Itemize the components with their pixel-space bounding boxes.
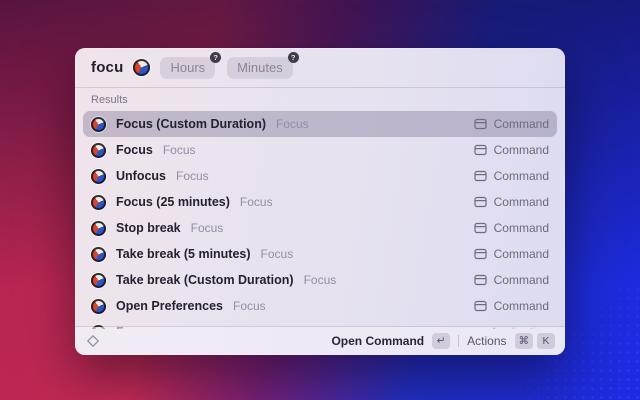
status-bar: Open Command ↵ Actions ⌘ K xyxy=(75,327,565,355)
result-row[interactable]: Unfocus Focus Command xyxy=(83,163,557,189)
argument-tags: Hours ? Minutes ? xyxy=(160,57,292,79)
result-type-label: Command xyxy=(494,247,549,261)
command-type-icon xyxy=(474,118,487,130)
result-type-label: Command xyxy=(494,143,549,157)
actions-button[interactable]: Actions xyxy=(467,334,506,348)
result-row[interactable]: Focus Focus Command xyxy=(83,137,557,163)
argument-tag-hours[interactable]: Hours ? xyxy=(160,57,215,79)
result-title: Take break (Custom Duration) xyxy=(116,273,294,287)
result-title: Open Preferences xyxy=(116,299,223,313)
focus-app-icon xyxy=(91,195,106,210)
result-subtitle: Focus xyxy=(304,273,337,287)
result-type: Command xyxy=(474,143,549,157)
results-section-header: Results xyxy=(75,88,565,109)
focus-app-icon xyxy=(91,117,106,132)
result-type: Command xyxy=(474,195,549,209)
focus-app-icon xyxy=(133,59,150,76)
result-row[interactable]: Open Preferences Focus Command xyxy=(83,293,557,319)
result-type: Command xyxy=(474,221,549,235)
search-input[interactable]: focu xyxy=(91,59,123,76)
command-type-icon xyxy=(474,300,487,312)
result-subtitle: Focus xyxy=(163,143,196,157)
command-type-icon xyxy=(474,274,487,286)
search-bar[interactable]: focu Hours ? Minutes ? xyxy=(75,48,565,88)
result-type-label: Command xyxy=(494,299,549,313)
return-key-icon: ↵ xyxy=(432,333,450,349)
result-subtitle: Focus xyxy=(261,247,294,261)
result-subtitle: Focus xyxy=(233,299,266,313)
focus-app-icon xyxy=(91,247,106,262)
focus-app-icon xyxy=(91,273,106,288)
command-type-icon xyxy=(474,248,487,260)
result-title: Focus xyxy=(116,143,153,157)
command-key-icon: ⌘ xyxy=(515,333,534,349)
argument-tag-minutes[interactable]: Minutes ? xyxy=(227,57,293,79)
result-title: Stop break xyxy=(116,221,181,235)
result-subtitle: Focus xyxy=(176,169,209,183)
result-type-label: Command xyxy=(494,117,549,131)
result-row[interactable]: Focus (25 minutes) Focus Command xyxy=(83,189,557,215)
result-row[interactable]: Take break (Custom Duration) Focus Command xyxy=(83,267,557,293)
focus-app-icon xyxy=(91,299,106,314)
focus-app-icon xyxy=(91,221,106,236)
result-type: Command xyxy=(474,169,549,183)
result-row[interactable]: Take break (5 minutes) Focus Command xyxy=(83,241,557,267)
command-type-icon xyxy=(474,170,487,182)
k-key-icon: K xyxy=(537,333,555,349)
launcher-window: focu Hours ? Minutes ? Results Focus (Cu… xyxy=(75,48,565,355)
primary-action-label[interactable]: Open Command xyxy=(331,334,424,348)
argument-tag-label: Hours xyxy=(170,60,205,75)
result-type-label: Command xyxy=(494,221,549,235)
focus-app-icon xyxy=(91,143,106,158)
result-row[interactable]: Stop break Focus Command xyxy=(83,215,557,241)
command-type-icon xyxy=(474,196,487,208)
result-title: Take break (5 minutes) xyxy=(116,247,251,261)
result-subtitle: Focus xyxy=(276,117,309,131)
result-type: Command xyxy=(474,299,549,313)
result-subtitle: Focus xyxy=(240,195,273,209)
question-badge-icon: ? xyxy=(210,52,221,63)
actions-shortcut: ⌘ K xyxy=(515,333,556,349)
command-type-icon xyxy=(474,222,487,234)
result-title: Focus (Custom Duration) xyxy=(116,117,266,131)
result-title: Focus (25 minutes) xyxy=(116,195,230,209)
result-type-label: Command xyxy=(494,273,549,287)
result-type-label: Command xyxy=(494,195,549,209)
footer-divider xyxy=(458,335,459,347)
argument-tag-label: Minutes xyxy=(237,60,283,75)
desktop-background: focu Hours ? Minutes ? Results Focus (Cu… xyxy=(0,0,640,400)
result-type: Command xyxy=(474,273,549,287)
question-badge-icon: ? xyxy=(288,52,299,63)
results-list: Focus (Custom Duration)FocusCommandFocus… xyxy=(75,109,565,329)
command-type-icon xyxy=(474,144,487,156)
result-type-label: Command xyxy=(494,169,549,183)
result-title: Unfocus xyxy=(116,169,166,183)
result-type: Command xyxy=(474,247,549,261)
raycast-logo-icon xyxy=(85,333,101,349)
focus-app-icon xyxy=(91,169,106,184)
result-type: Command xyxy=(474,117,549,131)
result-subtitle: Focus xyxy=(191,221,224,235)
result-row[interactable]: Focus (Custom Duration) Focus Command xyxy=(83,111,557,137)
